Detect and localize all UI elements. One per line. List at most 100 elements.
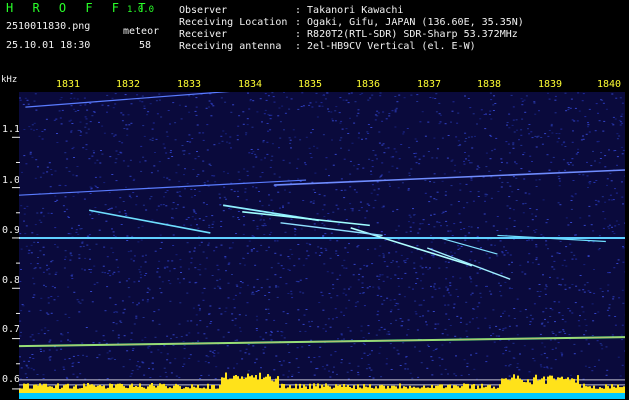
- noise-speck: [366, 203, 369, 205]
- level-bar: [187, 387, 189, 393]
- noise-speck: [243, 168, 246, 170]
- level-bar-base: [383, 393, 385, 399]
- noise-speck: [238, 115, 241, 117]
- level-bar-base: [75, 393, 77, 399]
- noise-speck: [283, 92, 285, 93]
- noise-speck: [85, 327, 88, 328]
- noise-speck: [219, 288, 222, 290]
- level-bar-base: [391, 393, 393, 399]
- noise-speck: [103, 246, 106, 248]
- level-bar: [275, 378, 277, 393]
- noise-speck: [181, 145, 184, 146]
- noise-speck: [241, 358, 244, 360]
- noise-speck: [345, 307, 348, 309]
- noise-speck: [343, 338, 345, 340]
- noise-speck: [294, 231, 296, 233]
- noise-speck: [292, 129, 295, 131]
- noise-speck: [247, 370, 250, 372]
- noise-speck: [509, 207, 512, 209]
- noise-speck: [611, 226, 613, 228]
- level-bar-base: [451, 393, 453, 399]
- noise-speck: [441, 333, 444, 335]
- level-bar: [323, 386, 325, 393]
- noise-speck: [549, 316, 552, 317]
- noise-speck: [239, 287, 242, 289]
- noise-speck: [597, 311, 600, 313]
- level-bar: [155, 387, 157, 393]
- noise-speck: [419, 265, 422, 267]
- noise-speck: [465, 158, 467, 160]
- noise-speck: [408, 221, 410, 223]
- noise-speck: [335, 253, 338, 255]
- level-bar-base: [31, 393, 33, 399]
- noise-speck: [229, 136, 232, 138]
- noise-speck: [280, 364, 283, 366]
- noise-speck: [40, 221, 43, 223]
- level-bar: [551, 375, 553, 393]
- level-bar: [217, 388, 219, 393]
- level-bar: [145, 388, 147, 393]
- noise-speck: [415, 140, 418, 142]
- noise-speck: [543, 366, 546, 368]
- noise-speck: [524, 309, 527, 311]
- noise-speck: [120, 112, 123, 114]
- noise-speck: [571, 119, 574, 121]
- noise-speck: [558, 252, 561, 254]
- level-bar: [257, 379, 259, 393]
- noise-speck: [136, 368, 139, 370]
- noise-speck: [576, 120, 579, 122]
- noise-speck: [65, 167, 68, 169]
- noise-speck: [420, 280, 422, 282]
- level-bar-base: [271, 393, 273, 399]
- noise-speck: [544, 288, 547, 290]
- level-bar-base: [435, 393, 437, 399]
- noise-speck: [548, 130, 551, 131]
- noise-speck: [202, 219, 205, 221]
- noise-speck: [70, 93, 73, 95]
- noise-speck: [592, 241, 595, 243]
- noise-speck: [197, 269, 200, 271]
- noise-speck: [500, 158, 503, 160]
- noise-speck: [60, 333, 63, 335]
- level-bar: [31, 388, 33, 393]
- noise-speck: [565, 110, 568, 112]
- noise-speck: [574, 302, 577, 304]
- noise-speck: [469, 162, 471, 164]
- noise-speck: [427, 268, 430, 270]
- noise-speck: [332, 371, 334, 373]
- noise-speck: [554, 99, 557, 101]
- noise-speck: [252, 151, 255, 153]
- noise-speck: [366, 355, 369, 356]
- noise-speck: [348, 288, 350, 290]
- noise-speck: [344, 247, 347, 249]
- noise-speck: [498, 177, 501, 179]
- noise-speck: [604, 218, 607, 220]
- noise-speck: [218, 193, 221, 195]
- level-bar-base: [303, 393, 305, 399]
- noise-speck: [58, 110, 61, 112]
- noise-speck: [478, 262, 481, 264]
- level-bar: [471, 384, 473, 393]
- noise-speck: [378, 276, 381, 278]
- level-bar-base: [301, 393, 303, 399]
- level-bar-base: [449, 393, 451, 399]
- noise-speck: [174, 139, 177, 141]
- noise-speck: [266, 141, 269, 143]
- noise-speck: [49, 339, 52, 341]
- noise-speck: [376, 314, 379, 316]
- noise-speck: [567, 308, 570, 309]
- noise-speck: [77, 129, 80, 131]
- noise-speck: [378, 329, 381, 331]
- noise-speck: [160, 241, 163, 243]
- noise-speck: [323, 263, 326, 265]
- noise-speck: [148, 367, 150, 369]
- noise-speck: [246, 175, 249, 177]
- noise-speck: [512, 119, 515, 121]
- noise-speck: [417, 376, 420, 378]
- level-bar-base: [567, 393, 569, 399]
- noise-speck: [359, 268, 362, 270]
- level-bar: [491, 388, 493, 393]
- noise-speck: [601, 348, 604, 350]
- noise-speck: [382, 111, 385, 113]
- noise-speck: [314, 192, 317, 193]
